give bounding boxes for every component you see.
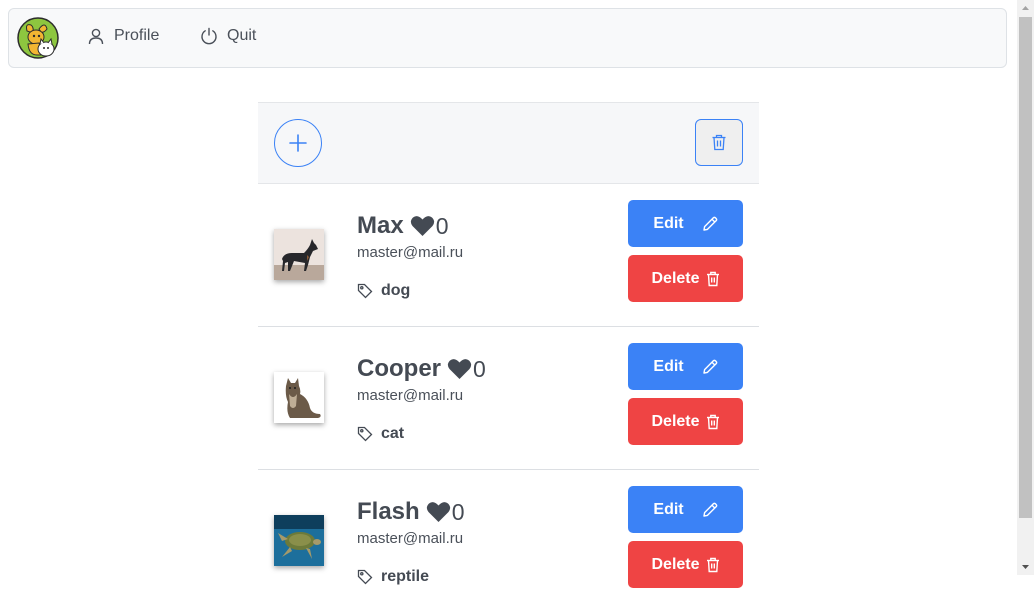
edit-pet-button[interactable]: Edit	[628, 343, 743, 390]
heart-icon[interactable]	[426, 501, 451, 523]
trash-icon	[712, 134, 726, 151]
pet-photo-doberman	[274, 229, 324, 280]
edit-button-label: Edit	[653, 500, 684, 518]
pet-name: Max	[357, 212, 404, 239]
edit-pet-button[interactable]: Edit	[628, 200, 743, 247]
like-count: 0	[435, 212, 449, 239]
edit-button-label: Edit	[653, 357, 684, 375]
pet-name-line: Cooper 0	[357, 355, 486, 383]
delete-button-label: Delete	[651, 412, 700, 430]
pet-photo-cat	[274, 372, 324, 423]
heart-icon[interactable]	[410, 215, 435, 237]
owner-email: master@mail.ru	[357, 530, 464, 547]
app-logo[interactable]	[17, 17, 59, 59]
scroll-up-arrow-icon[interactable]	[1017, 0, 1034, 17]
trash-icon	[706, 271, 719, 286]
power-icon	[201, 27, 217, 45]
like-count: 0	[473, 355, 486, 382]
pet-type-tag: reptile	[357, 568, 429, 586]
pet-type-tag: cat	[357, 425, 404, 443]
pet-name: Cooper	[357, 355, 441, 382]
pet-type-label: cat	[381, 425, 405, 442]
pet-type-label: reptile	[381, 568, 430, 585]
nav-quit-link[interactable]: Quit	[200, 27, 256, 45]
delete-pet-button[interactable]: Delete	[628, 398, 743, 445]
trash-icon	[706, 557, 719, 572]
vertical-scrollbar[interactable]	[1017, 0, 1034, 575]
pencil-icon	[702, 216, 717, 231]
scroll-down-arrow-icon[interactable]	[1017, 558, 1034, 575]
nav-profile-link[interactable]: Profile	[87, 27, 159, 45]
tag-icon	[357, 426, 373, 442]
heart-icon[interactable]	[447, 358, 472, 380]
owner-email: master@mail.ru	[357, 244, 464, 261]
owner-email: master@mail.ru	[357, 387, 464, 404]
pet-photo-turtle	[274, 515, 324, 566]
pet-card: Max 0 master@mail.ru dog Edit Delete	[258, 184, 759, 327]
delete-pet-button[interactable]: Delete	[628, 255, 743, 302]
pet-type-tag: dog	[357, 282, 410, 300]
edit-button-label: Edit	[653, 214, 684, 232]
scrollbar-thumb[interactable]	[1019, 17, 1032, 518]
top-navbar: Profile Quit	[8, 8, 1007, 68]
delete-button-label: Delete	[651, 269, 700, 287]
edit-pet-button[interactable]: Edit	[628, 486, 743, 533]
nav-quit-label: Quit	[227, 27, 257, 44]
nav-profile-label: Profile	[114, 27, 160, 44]
tag-icon	[357, 283, 373, 299]
trash-icon	[706, 414, 719, 429]
add-pet-button[interactable]	[274, 119, 322, 167]
pet-name-line: Max 0	[357, 212, 448, 240]
pet-list-toolbar	[258, 102, 759, 184]
pet-list-panel: Max 0 master@mail.ru dog Edit Delete Coo…	[258, 102, 759, 588]
tag-icon	[357, 569, 373, 585]
like-count: 0	[451, 498, 465, 525]
pet-type-label: dog	[381, 282, 411, 299]
delete-button-label: Delete	[651, 555, 700, 573]
pencil-icon	[702, 502, 717, 517]
plus-icon	[289, 134, 307, 152]
delete-all-button[interactable]	[695, 119, 743, 166]
delete-pet-button[interactable]: Delete	[628, 541, 743, 588]
user-icon	[88, 28, 104, 45]
pet-card: Flash 0 master@mail.ru reptile Edit Dele…	[258, 470, 759, 613]
pet-name: Flash	[357, 498, 420, 525]
pet-card: Cooper 0 master@mail.ru cat Edit Delete	[258, 327, 759, 470]
pet-name-line: Flash 0	[357, 498, 464, 526]
pencil-icon	[702, 359, 717, 374]
